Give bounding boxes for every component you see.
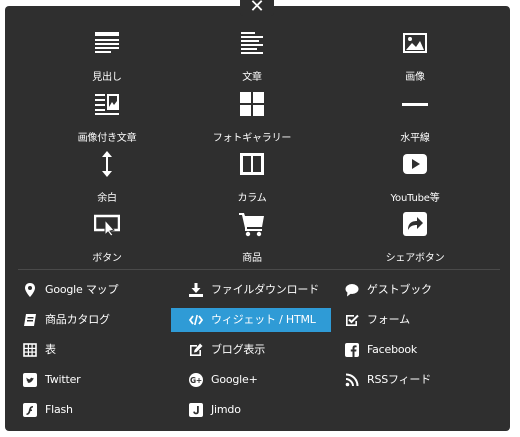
button-icon (94, 214, 120, 237)
list-item-label: フォーム (367, 313, 410, 326)
tile-product[interactable]: 商品 (197, 197, 307, 264)
divider (18, 269, 500, 270)
list-item-label: Facebook (367, 343, 418, 356)
download-icon (189, 283, 203, 297)
share-icon (403, 212, 427, 236)
blog-icon (190, 343, 203, 356)
image-icon (403, 33, 427, 53)
list-item-label: 商品カタログ (45, 313, 110, 326)
tile-spacer[interactable]: 余白 (52, 137, 162, 204)
list-item-label: Flash (45, 403, 73, 416)
heading-icon (95, 32, 119, 53)
spacer-icon (102, 151, 112, 177)
list-item-label: ウィジェット / HTML (211, 313, 316, 326)
list-item-label: ブログ表示 (211, 343, 265, 356)
list-item-product-catalog[interactable]: 商品カタログ (5, 308, 165, 332)
table-icon (23, 343, 37, 357)
tile-image[interactable]: 画像 (360, 16, 470, 83)
tile-horizontal-line[interactable]: 水平線 (360, 77, 470, 144)
text-icon (241, 32, 263, 54)
tile-text[interactable]: 文章 (197, 16, 307, 83)
list-item-file-download[interactable]: ファイルダウンロード (171, 278, 331, 302)
list-item-label: Google マップ (45, 283, 119, 296)
tile-photo-gallery[interactable]: フォトギャラリー (197, 77, 307, 144)
element-grid: 見出し 文章 画像 画像付き文章 フォトギャラリー 水平線 余白 カラム You… (5, 6, 510, 266)
close-button[interactable]: ✕ (240, 0, 274, 16)
add-element-panel: 見出し 文章 画像 画像付き文章 フォトギャラリー 水平線 余白 カラム You… (5, 6, 510, 431)
list-item-jimdo[interactable]: Jimdo (171, 398, 331, 422)
tile-columns[interactable]: カラム (197, 137, 307, 204)
rss-icon (345, 373, 359, 387)
googleplus-icon: G+ (189, 373, 203, 387)
list-item-table[interactable]: 表 (5, 338, 165, 362)
jimdo-icon (189, 403, 203, 417)
list-item-facebook[interactable]: Facebook (327, 338, 487, 362)
list-item-flash[interactable]: Flash (5, 398, 165, 422)
tile-youtube[interactable]: YouTube等 (360, 137, 470, 204)
form-icon (346, 314, 359, 326)
list-item-label: Twitter (45, 373, 81, 386)
close-icon: ✕ (249, 0, 265, 17)
code-icon (189, 314, 203, 326)
cart-icon (239, 213, 264, 237)
list-item-twitter[interactable]: Twitter (5, 368, 165, 392)
tile-button[interactable]: ボタン (52, 197, 162, 264)
list-item-form[interactable]: フォーム (327, 308, 487, 332)
svg-text:G+: G+ (190, 376, 202, 385)
list-item-label: Jimdo (211, 403, 241, 416)
tile-label: 商品 (242, 253, 262, 264)
tile-label: ボタン (92, 253, 122, 264)
twitter-icon (23, 373, 37, 387)
list-item-guestbook[interactable]: ゲストブック (327, 278, 487, 302)
flash-icon (23, 403, 37, 417)
list-item-label: 表 (45, 343, 56, 356)
horizontal-line-icon (402, 103, 428, 106)
columns-icon (240, 153, 264, 175)
list-item-label: ファイルダウンロード (211, 283, 319, 296)
list-item-rss-feed[interactable]: RSSフィード (327, 368, 487, 392)
list-item-label: ゲストブック (367, 283, 432, 296)
photo-gallery-icon (240, 92, 264, 116)
list-item-google-map[interactable]: Google マップ (5, 278, 165, 302)
tile-label: シェアボタン (385, 253, 445, 264)
list-item-googleplus[interactable]: G+ Google+ (171, 368, 331, 392)
tile-image-text[interactable]: 画像付き文章 (52, 77, 162, 144)
tile-share-button[interactable]: シェアボタン (360, 197, 470, 264)
tile-heading[interactable]: 見出し (52, 16, 162, 83)
guestbook-icon (345, 284, 359, 297)
list-item-blog-display[interactable]: ブログ表示 (171, 338, 331, 362)
map-pin-icon (25, 283, 35, 297)
image-text-icon (95, 94, 119, 115)
list-item-label: RSSフィード (367, 373, 431, 386)
catalog-icon (24, 314, 36, 326)
youtube-icon (403, 154, 427, 174)
list-item-widget-html[interactable]: ウィジェット / HTML (171, 308, 331, 332)
list-item-label: Google+ (211, 373, 258, 386)
facebook-icon (345, 343, 359, 357)
